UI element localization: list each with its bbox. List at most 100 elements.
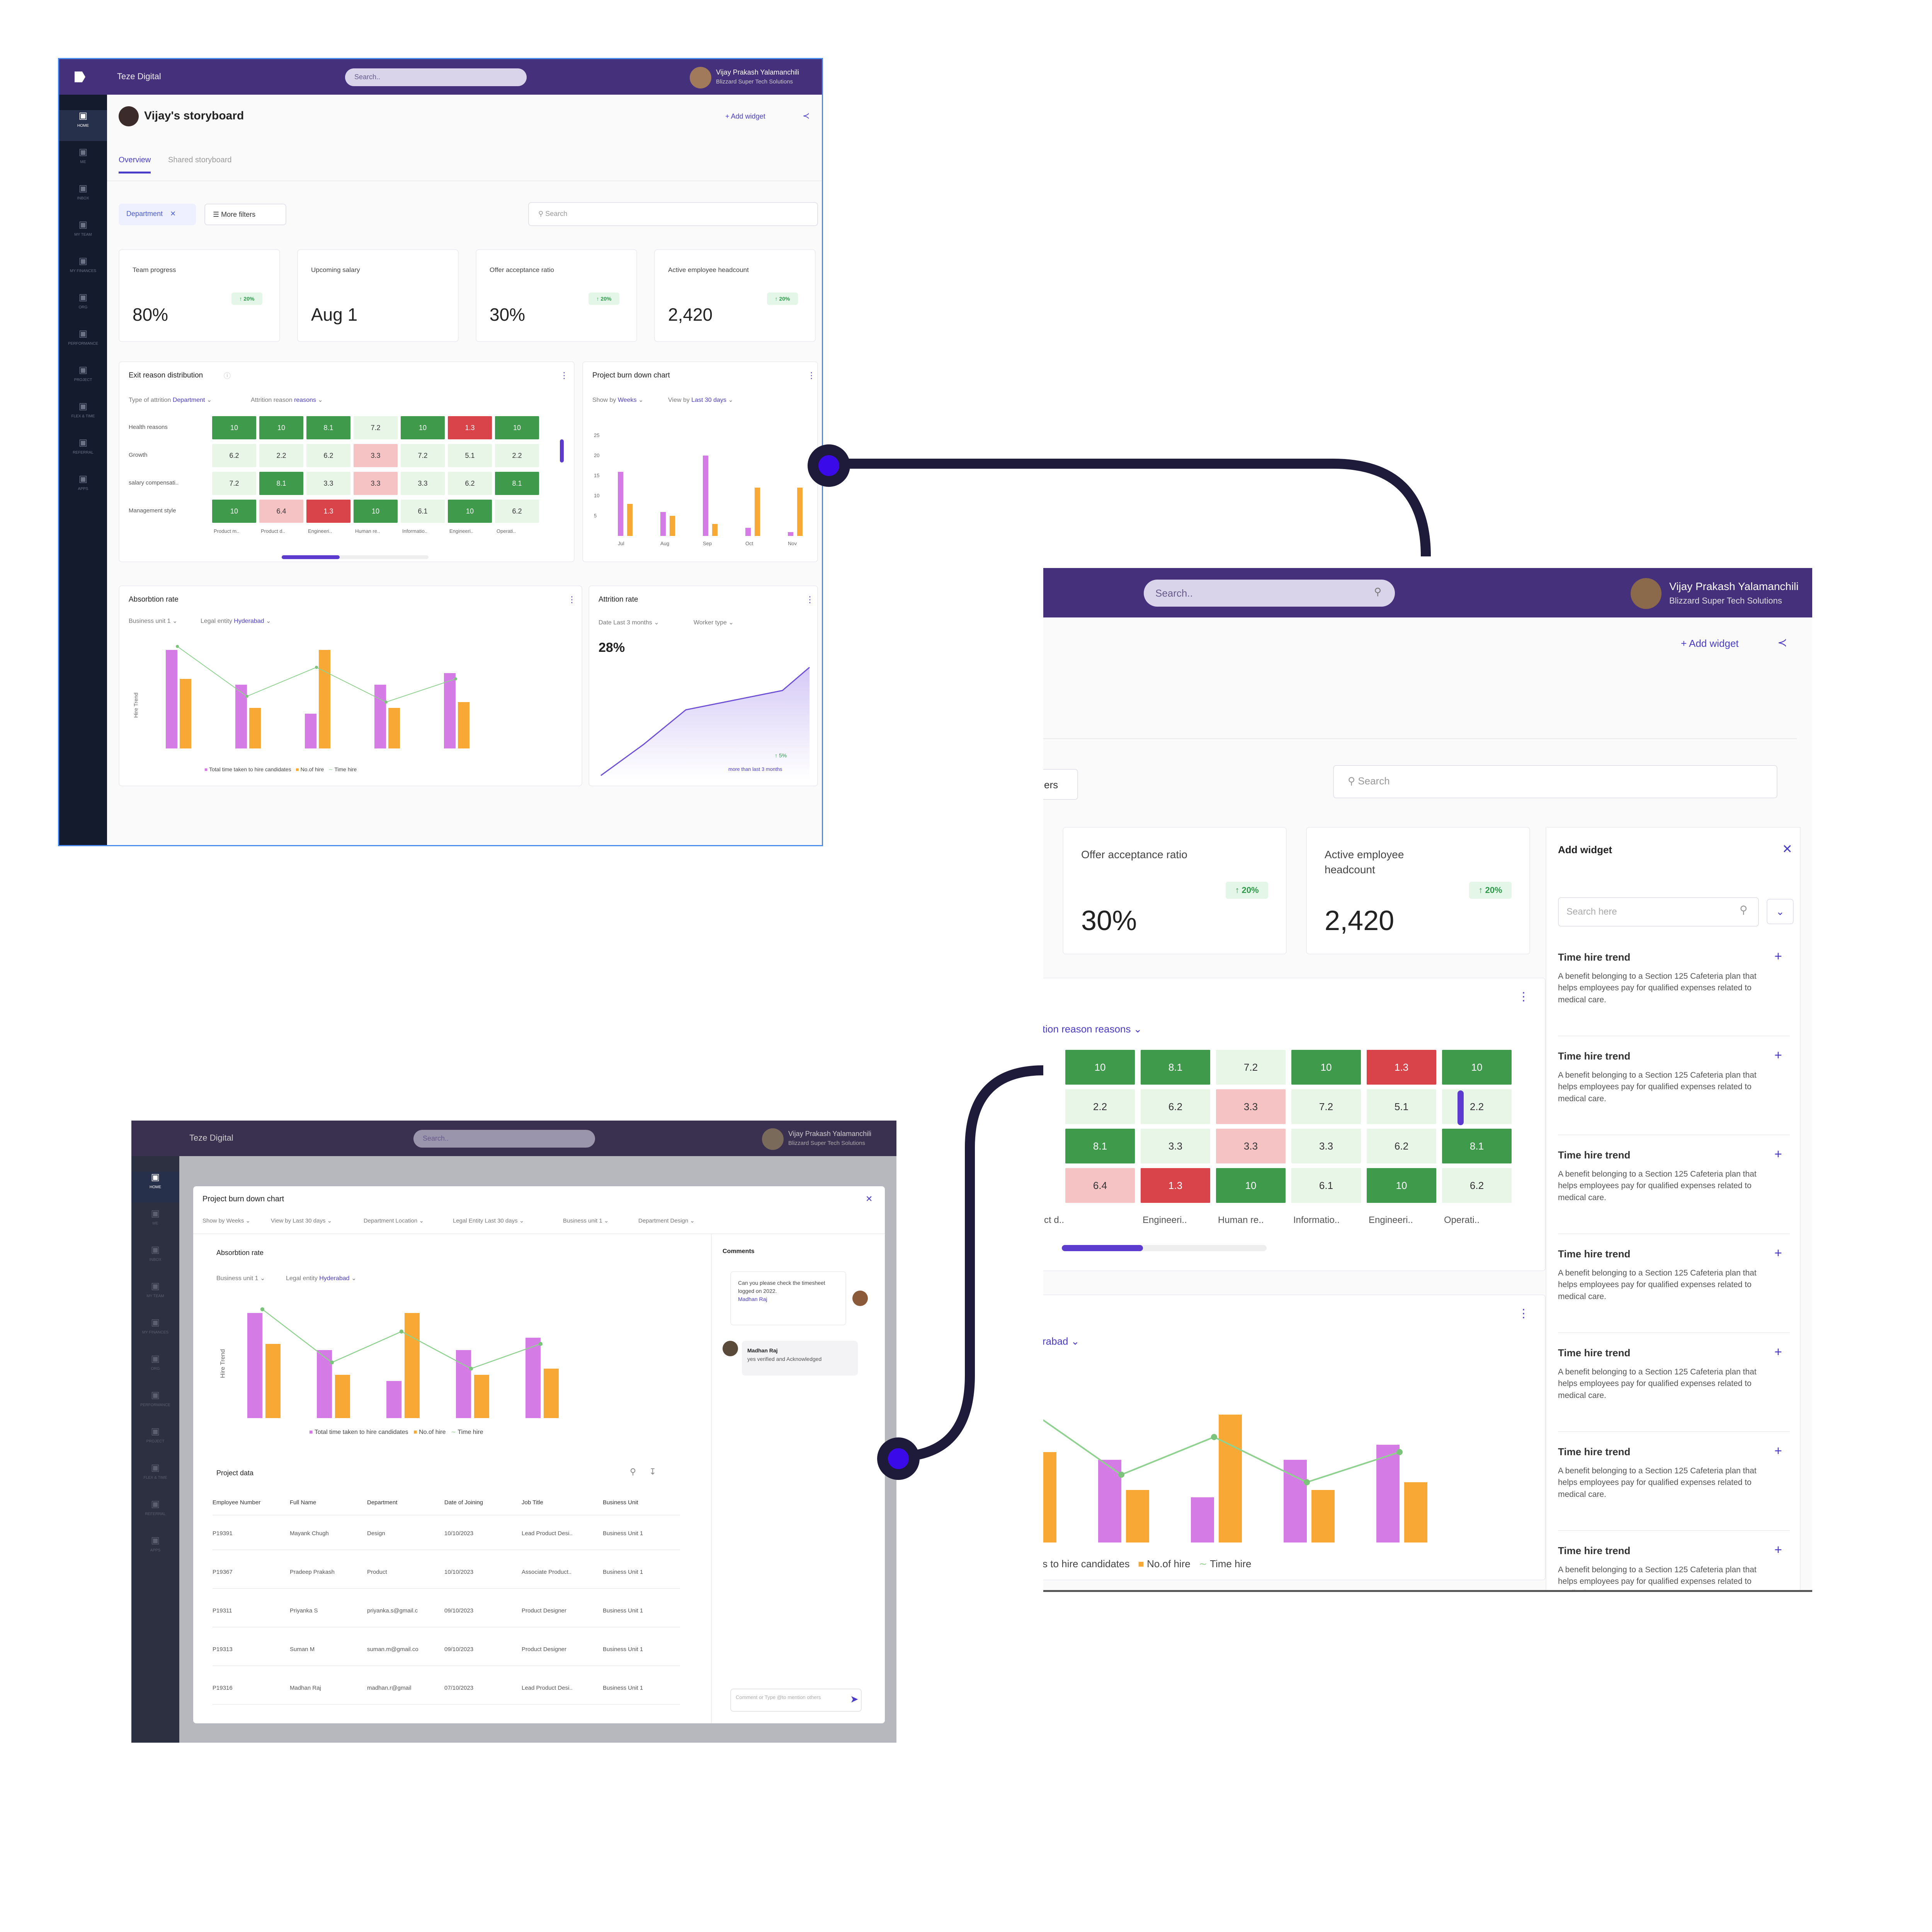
heatmap-cell[interactable]: 10	[1442, 1050, 1512, 1085]
heatmap-cell[interactable]: 6.4	[1065, 1168, 1135, 1203]
widget-list-item[interactable]: Time hire trend + A benefit belonging to…	[1558, 1141, 1790, 1234]
sidebar-item-project[interactable]: ▣ PROJECT	[131, 1426, 179, 1457]
bar-orange[interactable]	[755, 488, 760, 536]
heatmap-cell[interactable]: 2.2	[259, 444, 303, 467]
sidebar-item-flex-time[interactable]: ▣ FLEX & TIME	[131, 1462, 179, 1493]
sidebar-item-org[interactable]: ▣ ORG	[131, 1353, 179, 1384]
search-input[interactable]: ⚲ Search	[528, 202, 818, 226]
search-input[interactable]: ⚲ Search	[1333, 765, 1777, 798]
widget-list-item[interactable]: Time hire trend + A benefit belonging to…	[1558, 1537, 1790, 1590]
bar-orange[interactable]	[712, 524, 718, 536]
widget-list-item[interactable]: Time hire trend + A benefit belonging to…	[1558, 1240, 1790, 1333]
bar-orange[interactable]	[797, 488, 803, 536]
heatmap-cell[interactable]: 10	[1291, 1050, 1361, 1085]
heatmap-cell[interactable]: 6.2	[212, 444, 256, 467]
heatmap-cell[interactable]: 3.3	[354, 472, 398, 495]
heatmap-cell[interactable]: 2.2	[495, 444, 539, 467]
add-icon[interactable]: +	[1774, 1048, 1782, 1063]
close-icon[interactable]: ✕	[170, 210, 176, 218]
heatmap-cell[interactable]: 5.1	[1367, 1089, 1436, 1124]
bar-purple[interactable]	[618, 471, 623, 536]
heatmap-cell[interactable]: 6.4	[259, 500, 303, 523]
sidebar-item-my-finances[interactable]: ▣ MY FINANCES	[131, 1317, 179, 1348]
heatmap-cell[interactable]: 10	[212, 416, 256, 439]
modal-filter[interactable]: Business unit 1 ⌄	[563, 1217, 609, 1224]
send-icon[interactable]: ➤	[850, 1693, 859, 1705]
comment-input[interactable]: Comment or Type @to mention others	[730, 1689, 862, 1712]
heatmap-cell[interactable]: 6.1	[401, 500, 445, 523]
org-name[interactable]: Teze Digital	[117, 71, 161, 82]
bar-purple[interactable]	[788, 532, 793, 536]
sidebar-item-flex-time[interactable]: ▣ FLEX & TIME	[59, 401, 107, 432]
heatmap-cell[interactable]: 10	[1216, 1168, 1286, 1203]
heatmap-cell[interactable]: 8.1	[1442, 1129, 1512, 1163]
sidebar-item-performance[interactable]: ▣ PERFORMANCE	[59, 328, 107, 359]
heatmap-cell[interactable]: 8.1	[259, 472, 303, 495]
heatmap-cell[interactable]: 3.3	[306, 472, 350, 495]
heatmap-cell[interactable]: 3.3	[1216, 1129, 1286, 1163]
heatmap-cell[interactable]: 7.2	[1291, 1089, 1361, 1124]
sidebar-item-my-finances[interactable]: ▣ MY FINANCES	[59, 255, 107, 286]
heatmap-cell[interactable]: 1.3	[1367, 1050, 1436, 1085]
heatmap-cell[interactable]: 5.1	[448, 444, 492, 467]
sidebar-item-org[interactable]: ▣ ORG	[59, 292, 107, 323]
heatmap-cell[interactable]: 1.3	[306, 500, 350, 523]
sidebar-item-inbox[interactable]: ▣ INBOX	[59, 183, 107, 214]
sidebar-item-inbox[interactable]: ▣ INBOX	[131, 1244, 179, 1275]
table-row[interactable]	[213, 1549, 680, 1550]
bar-orange[interactable]	[627, 503, 633, 536]
avatar[interactable]	[762, 1128, 784, 1150]
bar-purple[interactable]	[745, 528, 751, 536]
heatmap-cell[interactable]: 1.3	[448, 416, 492, 439]
heatmap-cell[interactable]: 10	[401, 416, 445, 439]
heatmap-cell[interactable]: 6.2	[306, 444, 350, 467]
department-filter-chip[interactable]: Department ✕	[119, 204, 196, 225]
add-icon[interactable]: +	[1774, 949, 1782, 964]
widget-list-item[interactable]: Time hire trend + A benefit belonging to…	[1558, 1043, 1790, 1135]
heatmap-cell[interactable]: 1.3	[1141, 1168, 1210, 1203]
heatmap-cell[interactable]: 8.1	[1065, 1129, 1135, 1163]
sidebar-item-referral[interactable]: ▣ REFERRAL	[131, 1498, 179, 1529]
heatmap-cell[interactable]: 2.2	[1442, 1089, 1512, 1124]
sidebar-item-my-team[interactable]: ▣ MY TEAM	[59, 219, 107, 250]
search-input[interactable]: Search..	[1144, 580, 1395, 607]
close-icon[interactable]: ✕	[1782, 842, 1793, 856]
heatmap-cell[interactable]: 8.1	[495, 472, 539, 495]
add-icon[interactable]: +	[1774, 1246, 1782, 1261]
sidebar-item-my-team[interactable]: ▣ MY TEAM	[131, 1281, 179, 1311]
heatmap-cell[interactable]: 6.2	[1367, 1129, 1436, 1163]
vertical-scrollbar[interactable]	[560, 439, 564, 463]
add-widget-button[interactable]: + Add widget	[725, 112, 765, 121]
table-row[interactable]	[213, 1627, 680, 1628]
share-icon[interactable]: ≺	[1777, 636, 1787, 650]
heatmap-cell[interactable]: 3.3	[401, 472, 445, 495]
widget-list-item[interactable]: Time hire trend + A benefit belonging to…	[1558, 1339, 1790, 1432]
heatmap-cell[interactable]: 6.2	[448, 472, 492, 495]
download-icon[interactable]: ↧	[649, 1467, 656, 1477]
widget-list-item[interactable]: Time hire trend + A benefit belonging to…	[1558, 1438, 1790, 1531]
heatmap-cell[interactable]: 10	[448, 500, 492, 523]
modal-filter[interactable]: Department Location ⌄	[364, 1217, 424, 1224]
comment-mention[interactable]: Madhan Raj	[738, 1296, 767, 1302]
heatmap-cell[interactable]: 6.2	[1141, 1089, 1210, 1124]
heatmap-cell[interactable]: 7.2	[212, 472, 256, 495]
sidebar-item-me[interactable]: ▣ ME	[59, 146, 107, 177]
table-row[interactable]	[213, 1588, 680, 1589]
table-row[interactable]	[213, 1704, 680, 1705]
sidebar-item-project[interactable]: ▣ PROJECT	[59, 364, 107, 395]
heatmap-cell[interactable]: 10	[1065, 1050, 1135, 1085]
heatmap-cell[interactable]: 3.3	[1216, 1089, 1286, 1124]
heatmap-cell[interactable]: 8.1	[306, 416, 350, 439]
sidebar-item-me[interactable]: ▣ ME	[131, 1208, 179, 1239]
vertical-scrollbar[interactable]	[1458, 1090, 1464, 1125]
sidebar-item-apps[interactable]: ▣ APPS	[131, 1535, 179, 1566]
add-icon[interactable]: +	[1774, 1444, 1782, 1459]
sidebar-item-referral[interactable]: ▣ REFERRAL	[59, 437, 107, 468]
date-filter[interactable]: Date Last 3 months ⌄	[599, 619, 659, 626]
table-row[interactable]	[213, 1665, 680, 1666]
scroll-track[interactable]	[1062, 1245, 1267, 1251]
add-icon[interactable]: +	[1774, 1147, 1782, 1162]
heatmap-cell[interactable]: 10	[495, 416, 539, 439]
bar-purple[interactable]	[703, 456, 708, 536]
heatmap-cell[interactable]: 10	[259, 416, 303, 439]
